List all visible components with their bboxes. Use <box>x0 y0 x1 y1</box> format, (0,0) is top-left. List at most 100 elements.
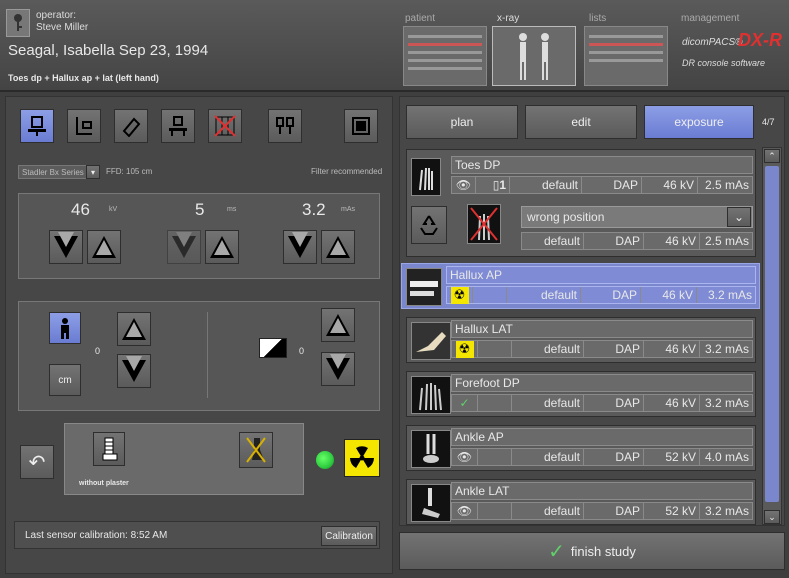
scrollbar[interactable]: ⌃ ⌄ <box>762 147 782 525</box>
radiation-trigger-icon[interactable] <box>344 439 380 477</box>
arrow-up-icon <box>122 318 146 340</box>
mas-label: 4.0 mAs <box>704 450 749 464</box>
tab-exposure[interactable]: exposure <box>644 105 754 139</box>
kv-unit: kV <box>109 206 118 213</box>
finish-study-label: finish study <box>570 543 636 559</box>
finish-study-button[interactable]: ✓ finish study <box>399 532 785 570</box>
mas-label: 3.2 mAs <box>704 396 749 410</box>
eye-icon[interactable]: 👁 <box>452 503 478 519</box>
tab-plan[interactable]: plan <box>406 105 518 139</box>
radiation-icon-cell: ☢ <box>447 286 473 304</box>
patient-info: Seagal, Isabella Sep 23, 1994 <box>8 42 209 59</box>
exposure-details: ☢ default DAP 46 kV 3.2 mAs <box>451 340 753 358</box>
xray-thumbnail <box>411 484 451 522</box>
arrow-down-icon <box>326 354 350 380</box>
no-plaster-icon[interactable] <box>239 432 273 468</box>
kv-label: 46 kV <box>644 341 700 357</box>
scroll-up-icon[interactable]: ⌃ <box>764 149 780 163</box>
operator-key-icon <box>6 9 30 37</box>
scrollbar-thumb[interactable] <box>765 166 779 502</box>
mas-label: 3.2 mAs <box>704 342 749 356</box>
kv-label: 46 kV <box>644 233 700 249</box>
calibration-button[interactable]: Calibration <box>321 526 377 546</box>
ms-decrease-button[interactable] <box>167 230 201 264</box>
table-position-icon[interactable] <box>20 109 54 143</box>
exposure-details: 👁 default DAP 52 kV 4.0 mAs <box>451 448 753 466</box>
ms-increase-button[interactable] <box>205 230 239 264</box>
brand-subtitle: DR console software <box>682 58 766 68</box>
eye-icon[interactable]: 👁 <box>452 449 478 465</box>
exposure-title: Forefoot DP <box>451 374 753 392</box>
dap-label: DAP <box>581 287 641 303</box>
plaster-panel: without plaster <box>64 423 304 495</box>
preset-label: default <box>512 503 584 519</box>
undo-icon[interactable]: ↶ <box>20 445 54 479</box>
dap-label: DAP <box>584 449 644 465</box>
arrow-up-icon <box>210 236 234 258</box>
exposure-item-hallux-ap[interactable]: Hallux AP ☢ default DAP 46 kV 3.2 mAs <box>401 263 760 309</box>
mas-decrease-button[interactable] <box>283 230 317 264</box>
nav-patient-label: patient <box>405 13 436 24</box>
exposure-details: 👁 default DAP 52 kV 3.2 mAs <box>451 502 753 520</box>
recycle-icon[interactable] <box>411 206 447 244</box>
density-decrease-button[interactable] <box>321 352 355 386</box>
free-detector-icon[interactable] <box>114 109 148 143</box>
patient-icon[interactable] <box>49 312 81 344</box>
detector-select-icon[interactable] <box>268 109 302 143</box>
density-increase-button[interactable] <box>321 308 355 342</box>
dap-label: DAP <box>582 177 642 193</box>
plaster-cast-icon[interactable] <box>93 432 125 466</box>
empty-count <box>478 395 512 411</box>
wall-stand-icon[interactable] <box>67 109 101 143</box>
chevron-down-icon[interactable]: ⌄ <box>727 207 751 227</box>
kv-label: 46 kV <box>644 395 700 411</box>
kv-label: 52 kV <box>644 503 700 519</box>
reject-reason-select[interactable]: wrong position <box>521 206 753 228</box>
exposure-item-ankle-ap[interactable]: Ankle AP 👁 default DAP 52 kV 4.0 mAs <box>406 425 756 471</box>
kv-label: 46 kV <box>641 287 697 303</box>
scroll-down-icon[interactable]: ⌄ <box>764 510 780 524</box>
kv-value: 46 <box>71 200 90 219</box>
exposure-item-ankle-lat[interactable]: Ankle LAT 👁 default DAP 52 kV 3.2 mAs <box>406 479 756 525</box>
preset-label: default <box>522 233 584 249</box>
ready-indicator <box>316 451 334 469</box>
arrow-down-icon <box>54 232 78 258</box>
tab-edit[interactable]: edit <box>525 105 637 139</box>
collimator-icon[interactable] <box>344 109 378 143</box>
exposure-item-forefoot-dp[interactable]: Forefoot DP ✓ default DAP 46 kV 3.2 mAs <box>406 371 756 417</box>
exposure-item-toes-dp[interactable]: Toes DP 👁 ▯ 1 default DAP 46 kV 2.5 mAs w… <box>406 149 756 257</box>
nav-patient-thumbnail[interactable] <box>403 26 487 86</box>
brand-name: dicomPACS® <box>682 37 743 48</box>
bucky-table-icon[interactable] <box>161 109 195 143</box>
size-decrease-button[interactable] <box>117 354 151 388</box>
patient-size-panel: cm 0 0 <box>18 301 380 411</box>
radiation-icon-cell: ☢ <box>452 340 478 358</box>
no-grid-icon[interactable] <box>208 109 242 143</box>
mas-label: 3.2 mAs <box>704 504 749 518</box>
without-plaster-label: without plaster <box>79 480 129 487</box>
size-increase-button[interactable] <box>117 312 151 346</box>
calibration-bar: Last sensor calibration: 8:52 AM Calibra… <box>14 521 380 549</box>
cm-button[interactable]: cm <box>49 364 81 396</box>
acquisition-panel: Stadler Bx Series ▾ FFD: 105 cm Filter r… <box>5 96 393 574</box>
image-count: ▯ 1 <box>476 177 510 193</box>
kv-increase-button[interactable] <box>87 230 121 264</box>
exposure-parameters: 46 kV 5 ms 3.2 mAs <box>18 193 380 279</box>
kv-decrease-button[interactable] <box>49 230 83 264</box>
chevron-down-icon[interactable]: ▾ <box>86 165 100 179</box>
exposure-item-hallux-lat[interactable]: Hallux LAT ☢ default DAP 46 kV 3.2 mAs <box>406 317 756 363</box>
ms-value: 5 <box>195 200 205 219</box>
xray-thumbnail <box>411 430 451 468</box>
calibration-status: Last sensor calibration: 8:52 AM <box>25 530 168 541</box>
nav-xray-thumbnail[interactable] <box>492 26 576 86</box>
eye-icon[interactable]: 👁 <box>452 177 476 193</box>
nav-management-label: management <box>681 13 740 24</box>
mas-label: 2.5 mAs <box>704 178 749 192</box>
nav-lists-thumbnail[interactable] <box>584 26 668 86</box>
brand-logo: DX-R <box>738 30 782 50</box>
empty-count <box>473 287 507 303</box>
mas-label: 3.2 mAs <box>707 288 752 302</box>
exposure-title: Toes DP <box>451 156 753 174</box>
rejected-image-icon[interactable] <box>467 204 501 244</box>
mas-increase-button[interactable] <box>321 230 355 264</box>
